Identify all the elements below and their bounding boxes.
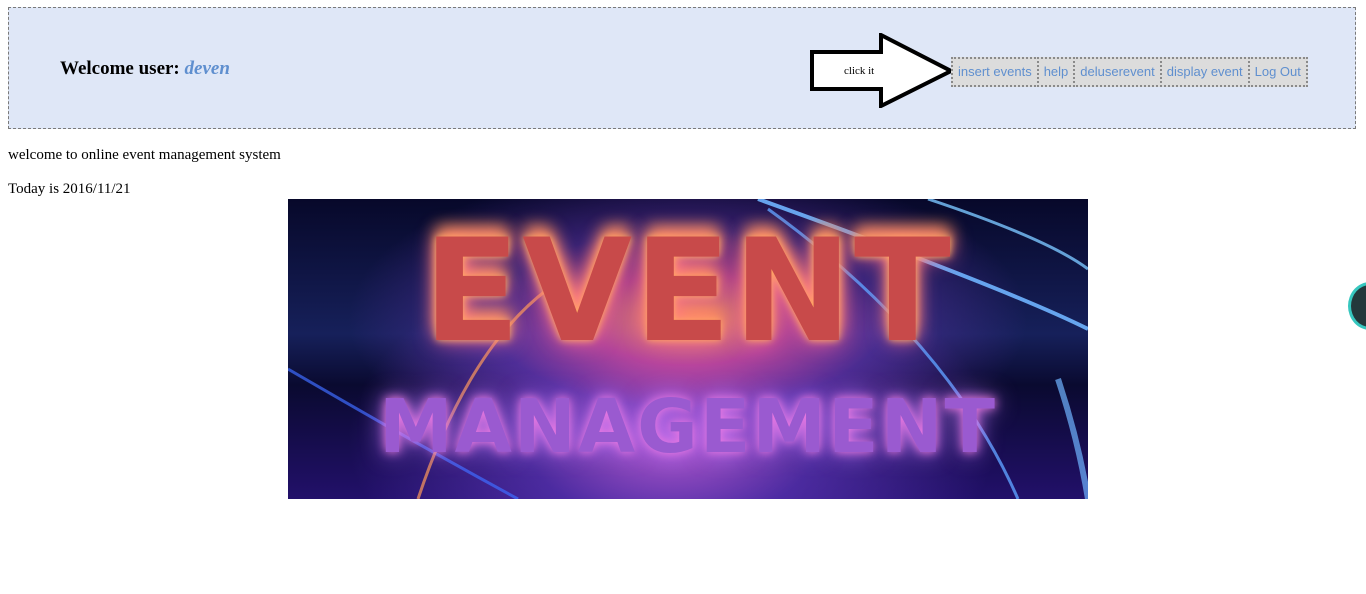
arrow-right-icon	[810, 33, 955, 108]
event-management-banner: EVENT MANAGEMENT	[288, 199, 1088, 499]
banner-word-event: EVENT	[423, 209, 953, 374]
username: deven	[184, 58, 230, 79]
arrow-callout-text: click it	[844, 65, 875, 77]
banner-word-management: MANAGEMENT	[379, 384, 997, 470]
nav-help[interactable]: help	[1036, 57, 1076, 87]
header-panel: Welcome user: deven click it insert even…	[8, 7, 1356, 129]
welcome-prefix: Welcome user:	[60, 58, 185, 79]
nav-display-event[interactable]: display event	[1159, 57, 1250, 87]
floating-widget-icon[interactable]	[1348, 282, 1366, 330]
welcome-message: welcome to online event management syste…	[8, 147, 281, 163]
nav-insert-events[interactable]: insert events	[951, 57, 1039, 87]
today-date: Today is 2016/11/21	[8, 181, 131, 197]
welcome-heading: Welcome user: deven	[60, 58, 230, 80]
nav-menu: insert events help deluserevent display …	[951, 57, 1308, 87]
nav-deluserevent[interactable]: deluserevent	[1073, 57, 1162, 87]
nav-log-out[interactable]: Log Out	[1247, 57, 1308, 87]
